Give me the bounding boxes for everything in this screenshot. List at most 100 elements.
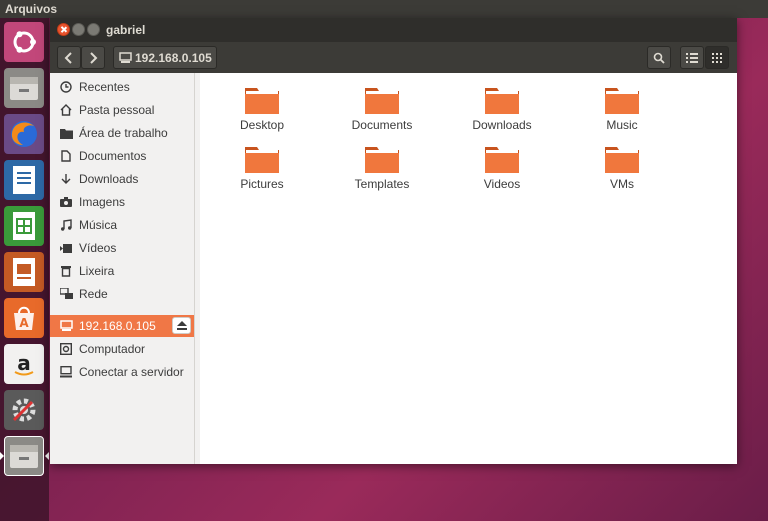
active-indicator <box>45 452 49 460</box>
download-icon <box>59 172 73 186</box>
chevron-right-icon <box>90 51 98 64</box>
sidebar-item-lixeira[interactable]: Lixeira <box>50 260 194 282</box>
sidebar-item-area-de-trabalho[interactable]: Área de trabalho <box>50 122 194 144</box>
forward-button[interactable] <box>81 46 105 69</box>
folder-item[interactable]: Desktop <box>207 85 317 132</box>
back-button[interactable] <box>57 46 81 69</box>
folder-name: Pictures <box>240 177 284 191</box>
sidebar-item-rede[interactable]: Rede <box>50 283 194 305</box>
sidebar-item-label: Pasta pessoal <box>79 103 155 117</box>
amazon-icon[interactable]: a <box>4 344 44 384</box>
folder-item[interactable]: Music <box>567 85 677 132</box>
running-indicator <box>0 452 4 460</box>
folder-item[interactable]: VMs <box>567 144 677 191</box>
files-icon[interactable] <box>4 68 44 108</box>
folder-name: Documents <box>351 118 413 132</box>
libreoffice-calc-icon[interactable] <box>4 206 44 246</box>
sidebar-item-conectar-servidor[interactable]: Conectar a servidor <box>50 361 194 383</box>
music-icon <box>59 218 73 232</box>
grid-view-button[interactable] <box>705 46 729 69</box>
grid-view-icon <box>712 52 722 63</box>
folder-icon <box>59 126 73 140</box>
network-icon <box>59 287 73 301</box>
sidebar-item-label: Conectar a servidor <box>79 365 184 379</box>
svg-text:A: A <box>19 316 29 330</box>
sidebar-item-label: Computador <box>79 342 146 356</box>
sidebar-item-label: Documentos <box>79 149 147 163</box>
sidebar-item-label: Downloads <box>79 172 139 186</box>
home-icon <box>59 103 73 117</box>
network-drive-icon <box>119 51 132 63</box>
chevron-left-icon <box>64 51 72 64</box>
sidebar-item-documentos[interactable]: Documentos <box>50 145 194 167</box>
sidebar-item-computador[interactable]: Computador <box>50 338 194 360</box>
folder-name: Downloads <box>472 118 532 132</box>
software-center-icon[interactable]: A <box>4 298 44 338</box>
search-icon <box>653 52 665 64</box>
sidebar: Recentes Pasta pessoal Área de trabalho … <box>50 73 195 464</box>
folder-item[interactable]: Documents <box>327 85 437 132</box>
sidebar-item-label: Área de trabalho <box>79 126 168 140</box>
close-button[interactable] <box>57 23 70 36</box>
folder-icon <box>364 144 400 174</box>
libreoffice-writer-icon[interactable] <box>4 160 44 200</box>
app-title: Arquivos <box>5 2 58 16</box>
sidebar-item-label: 192.168.0.105 <box>79 319 156 333</box>
folder-item[interactable]: Templates <box>327 144 437 191</box>
ubuntu-dash-icon[interactable] <box>4 22 44 62</box>
folder-icon <box>604 85 640 115</box>
path-button[interactable]: 192.168.0.105 <box>113 46 217 69</box>
sidebar-item-label: Lixeira <box>79 264 115 278</box>
file-manager-window: gabriel 192.168.0.105 Recentes Pasta pes… <box>50 18 737 464</box>
system-settings-icon[interactable] <box>4 390 44 430</box>
sidebar-item-label: Rede <box>79 287 108 301</box>
folder-icon <box>484 85 520 115</box>
folder-name: Videos <box>483 177 521 191</box>
folder-icon <box>484 144 520 174</box>
sidebar-item-recentes[interactable]: Recentes <box>50 76 194 98</box>
folder-icon <box>244 144 280 174</box>
network-drive-icon <box>59 319 73 333</box>
list-view-icon <box>686 52 698 63</box>
sidebar-item-musica[interactable]: Música <box>50 214 194 236</box>
folder-item[interactable]: Videos <box>447 144 557 191</box>
titlebar[interactable]: gabriel <box>50 18 737 42</box>
maximize-button[interactable] <box>87 23 100 36</box>
camera-icon <box>59 195 73 209</box>
sidebar-item-label: Música <box>79 218 118 232</box>
libreoffice-impress-icon[interactable] <box>4 252 44 292</box>
sidebar-item-network-share[interactable]: 192.168.0.105 <box>50 315 194 337</box>
files-active-icon[interactable] <box>4 436 44 476</box>
folder-item[interactable]: Pictures <box>207 144 317 191</box>
folder-item[interactable]: Downloads <box>447 85 557 132</box>
folder-name: Templates <box>354 177 410 191</box>
server-icon <box>59 365 73 379</box>
folder-name: Music <box>606 118 638 132</box>
firefox-icon[interactable] <box>4 114 44 154</box>
sidebar-item-downloads[interactable]: Downloads <box>50 168 194 190</box>
top-panel: Arquivos <box>0 0 768 18</box>
svg-text:a: a <box>17 351 31 375</box>
sidebar-item-label: Vídeos <box>79 241 117 255</box>
video-icon <box>59 241 73 255</box>
sidebar-item-imagens[interactable]: Imagens <box>50 191 194 213</box>
sidebar-item-videos[interactable]: Vídeos <box>50 237 194 259</box>
computer-icon <box>59 342 73 356</box>
file-view: Desktop Documents Downloads Music Pictur… <box>200 73 737 464</box>
sidebar-item-label: Imagens <box>79 195 126 209</box>
folder-icon <box>364 85 400 115</box>
sidebar-item-pasta-pessoal[interactable]: Pasta pessoal <box>50 99 194 121</box>
sidebar-item-label: Recentes <box>79 80 130 94</box>
launcher: A a <box>0 18 49 521</box>
folder-icon <box>244 85 280 115</box>
eject-icon <box>176 321 187 330</box>
eject-button[interactable] <box>172 317 191 334</box>
minimize-button[interactable] <box>72 23 85 36</box>
folder-icon <box>604 144 640 174</box>
document-icon <box>59 149 73 163</box>
list-view-button[interactable] <box>680 46 704 69</box>
search-button[interactable] <box>647 46 671 69</box>
path-label: 192.168.0.105 <box>135 50 212 65</box>
folder-name: VMs <box>610 177 634 191</box>
clock-icon <box>59 80 73 94</box>
